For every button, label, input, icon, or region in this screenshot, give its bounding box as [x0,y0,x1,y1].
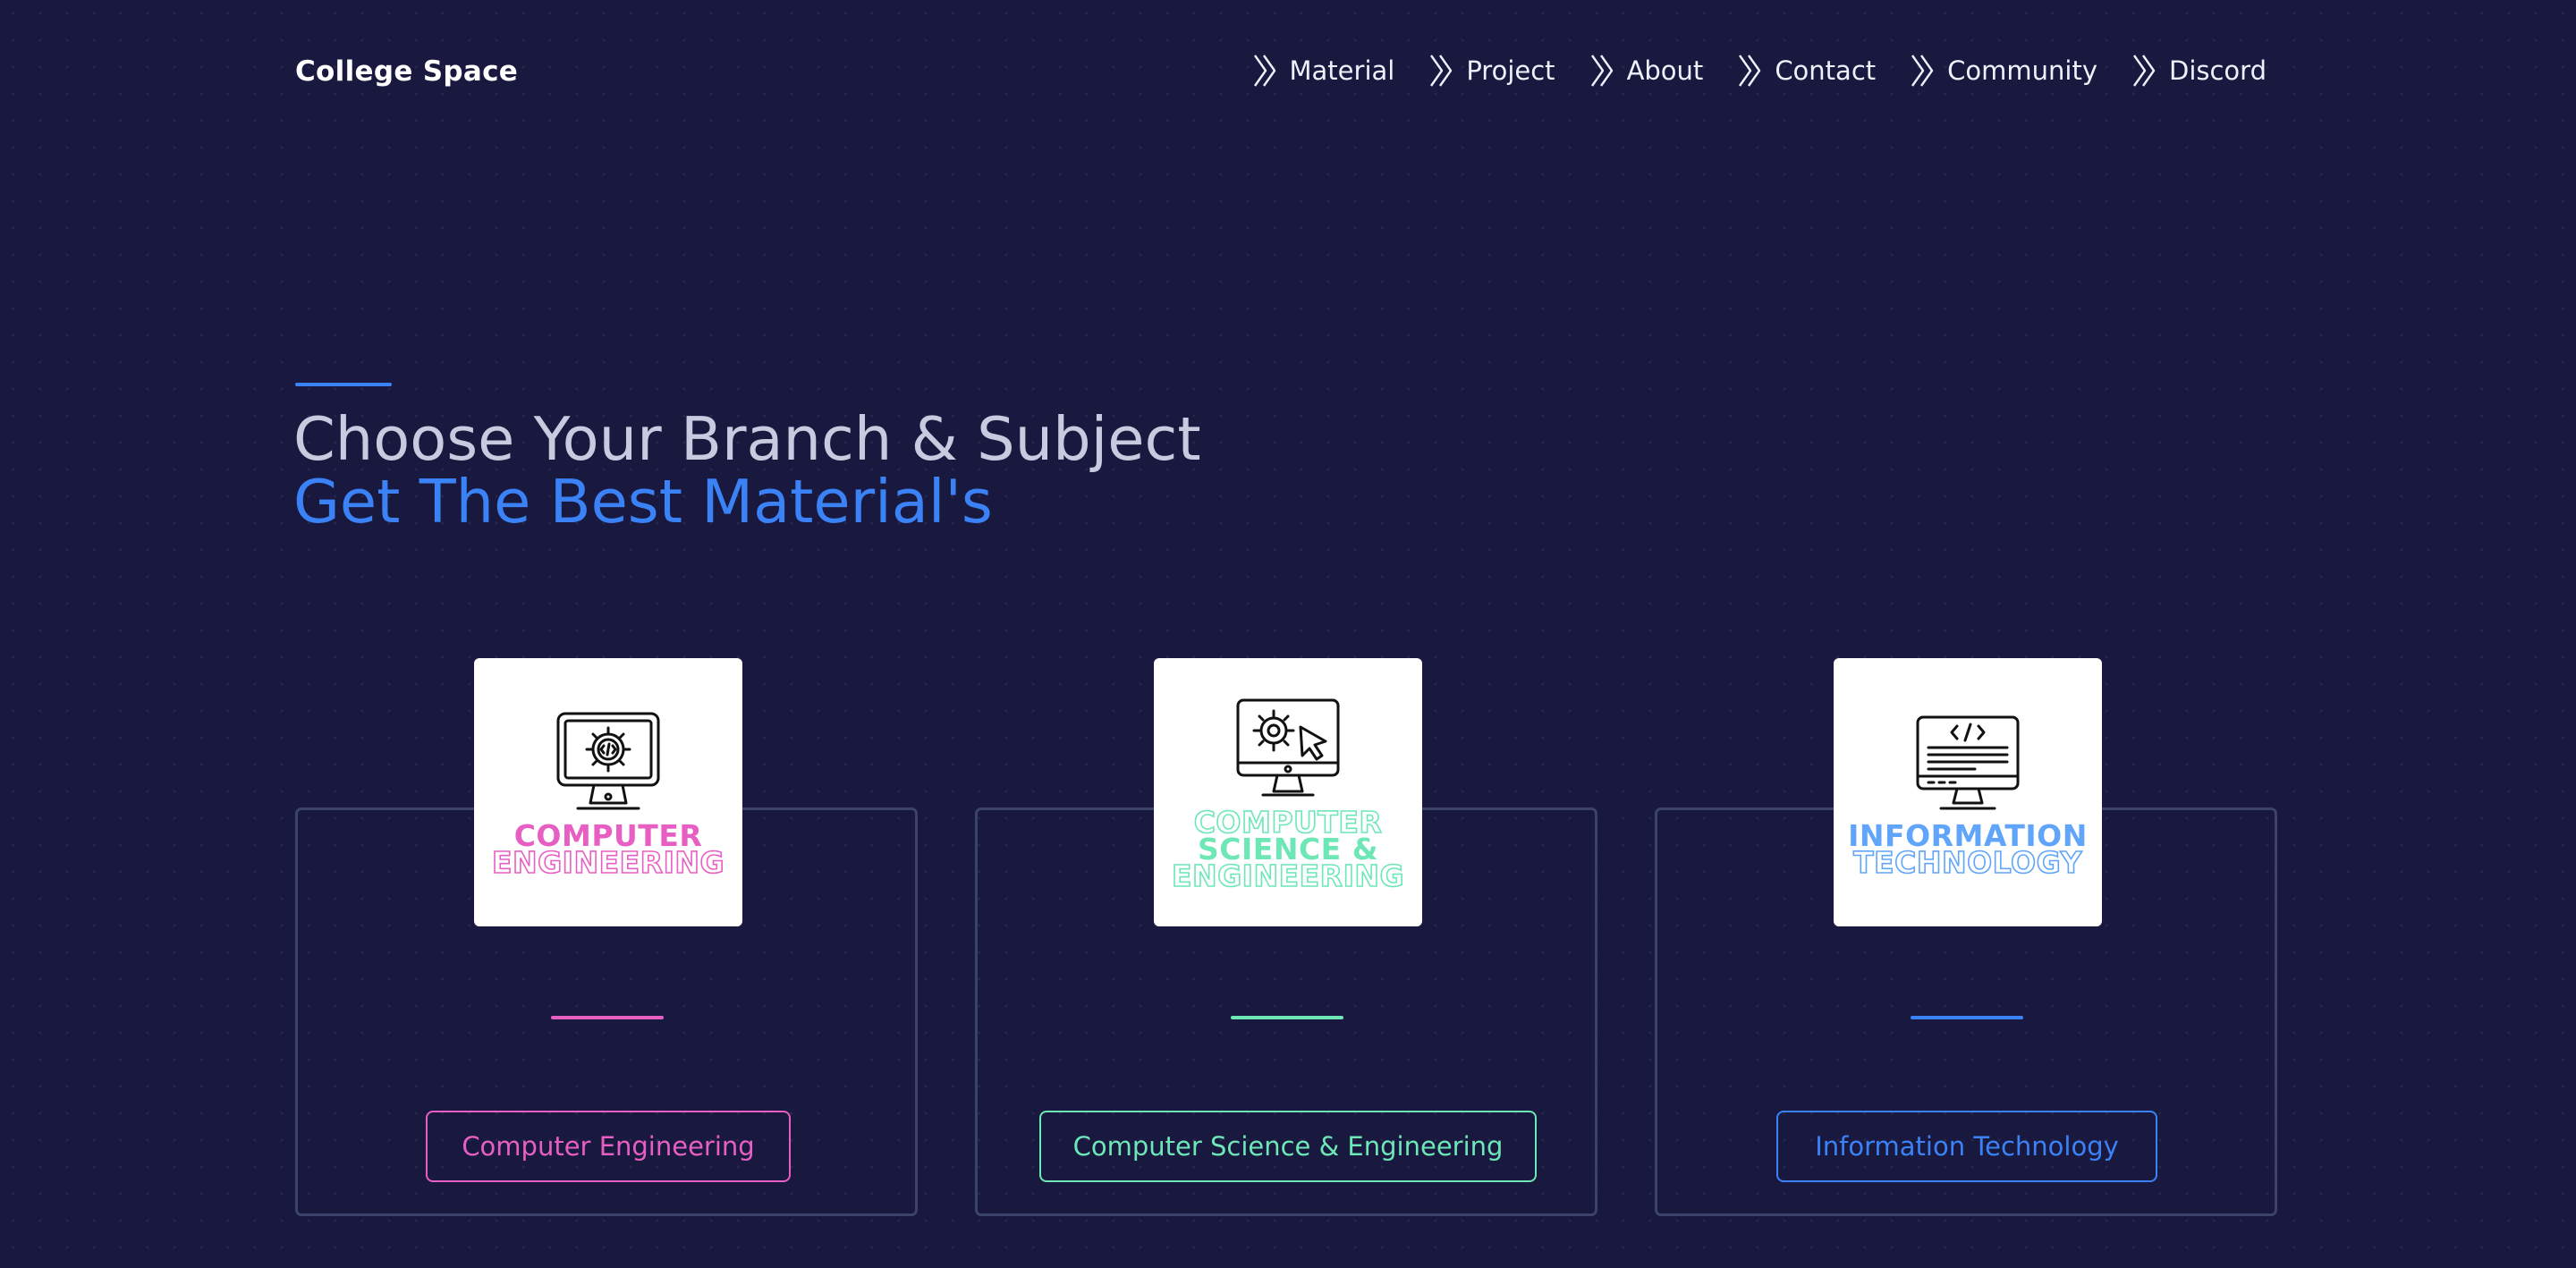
nav-item-about[interactable]: About [1589,54,1704,88]
double-chevron-right-icon [1430,55,1453,87]
nav-item-discord[interactable]: Discord [2131,54,2267,88]
thumbnail-caption-line: TECHNOLOGY [1852,845,2082,880]
branch-thumbnail-computer-science-engineering: COMPUTER SCIENCE & ENGINEERING [1154,658,1422,926]
nav-label: About [1626,55,1704,86]
nav-label: Discord [2168,55,2267,86]
nav-item-material[interactable]: Material [1252,54,1395,88]
nav-label: Project [1466,55,1555,86]
page-heading: Choose Your Branch & Subject [293,404,1201,474]
nav-item-community[interactable]: Community [1910,54,2097,88]
double-chevron-right-icon [1253,55,1275,87]
monitor-gear-cursor-icon [1236,698,1340,797]
double-chevron-right-icon [1739,55,1761,87]
thumbnail-caption: COMPUTER ENGINEERING [491,821,725,880]
branch-button-information-technology[interactable]: Information Technology [1776,1111,2157,1182]
card-divider [1231,1016,1343,1019]
thumbnail-caption: INFORMATION TECHNOLOGY [1848,821,2088,880]
monitor-code-document-icon [1916,715,2020,810]
nav-label: Contact [1775,55,1877,86]
branch-thumbnail-information-technology: INFORMATION TECHNOLOGY [1834,658,2102,926]
thumbnail-caption: COMPUTER SCIENCE & ENGINEERING [1171,807,1405,893]
thumbnail-caption-line: ENGINEERING [491,845,725,880]
card-divider [1911,1016,2023,1019]
double-chevron-right-icon [1590,55,1613,87]
nav-item-project[interactable]: Project [1428,54,1555,88]
branch-thumbnail-computer-engineering: COMPUTER ENGINEERING [474,658,742,926]
branch-button-computer-science-engineering[interactable]: Computer Science & Engineering [1039,1111,1537,1182]
double-chevron-right-icon [1911,55,1934,87]
monitor-code-gear-icon [556,712,660,810]
nav-label: Material [1289,55,1395,86]
brand-logo[interactable]: College Space [295,55,518,88]
thumbnail-caption-line: ENGINEERING [1171,858,1405,893]
main-nav: Material Project About Contact Community… [1252,54,2267,88]
page-subheading: Get The Best Material's [293,467,993,537]
branch-button-computer-engineering[interactable]: Computer Engineering [426,1111,791,1182]
nav-label: Community [1947,55,2097,86]
double-chevron-right-icon [2133,55,2156,87]
card-divider [551,1016,664,1019]
nav-item-contact[interactable]: Contact [1737,54,1876,88]
heading-accent-line [295,383,392,386]
